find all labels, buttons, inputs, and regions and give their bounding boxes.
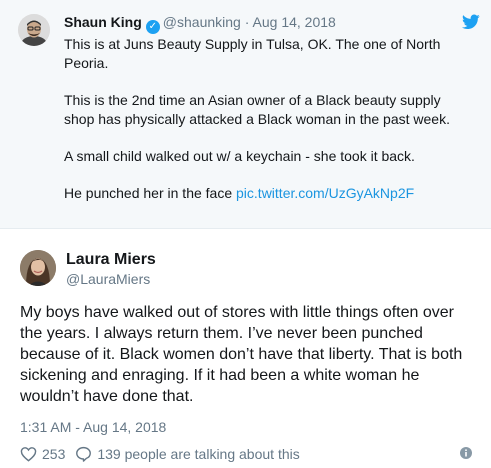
author-name[interactable]: Shaun King [64, 14, 142, 30]
laura-miers-avatar[interactable] [20, 250, 56, 286]
info-icon[interactable] [460, 447, 472, 459]
reply-bubble-icon[interactable] [75, 446, 92, 462]
avatar-image [18, 14, 50, 46]
last-line-text: He punched her in the face [64, 185, 237, 201]
paragraph-3: A small child walked out w/ a keychain -… [64, 148, 415, 164]
tweet-date[interactable]: Aug 14, 2018 [253, 14, 336, 30]
verified-badge-icon: ✓ [145, 20, 160, 34]
reply-author-handle[interactable]: @LauraMiers [66, 270, 150, 288]
reply-tweet-text: My boys have walked out of stores with l… [20, 304, 463, 405]
reply-timestamp[interactable]: 1:31 AM - Aug 14, 2018 [20, 418, 166, 436]
media-link[interactable]: pic.twitter.com/UzGyAkNp2F [236, 185, 414, 201]
quoted-tweet[interactable]: Shaun King ✓ @shaunking · Aug 14, 2018 Thi… [0, 0, 491, 229]
heart-icon[interactable] [20, 446, 37, 462]
quoted-tweet-text: This is at Juns Beauty Supply in Tulsa, … [64, 35, 474, 221]
twitter-bird-icon[interactable] [462, 14, 480, 30]
conversation-summary[interactable]: 139 people are talking about this [97, 446, 299, 462]
paragraph-1: This is at Juns Beauty Supply in Tulsa, … [64, 36, 441, 71]
avatar-image [20, 250, 56, 286]
paragraph-2: This is the 2nd time an Asian owner of a… [64, 92, 450, 127]
shaun-king-avatar[interactable] [18, 14, 50, 46]
like-count[interactable]: 253 [42, 446, 65, 462]
separator: · [244, 14, 250, 30]
reply-actions: 253 139 people are talking about this [20, 444, 300, 464]
quoted-tweet-header: Shaun King ✓ @shaunking · Aug 14, 2018 [64, 12, 336, 34]
reply-author-name[interactable]: Laura Miers [66, 250, 156, 270]
paragraph-4: He punched her in the face pic.twitter.c… [64, 184, 474, 203]
author-handle[interactable]: @shaunking [163, 14, 241, 30]
